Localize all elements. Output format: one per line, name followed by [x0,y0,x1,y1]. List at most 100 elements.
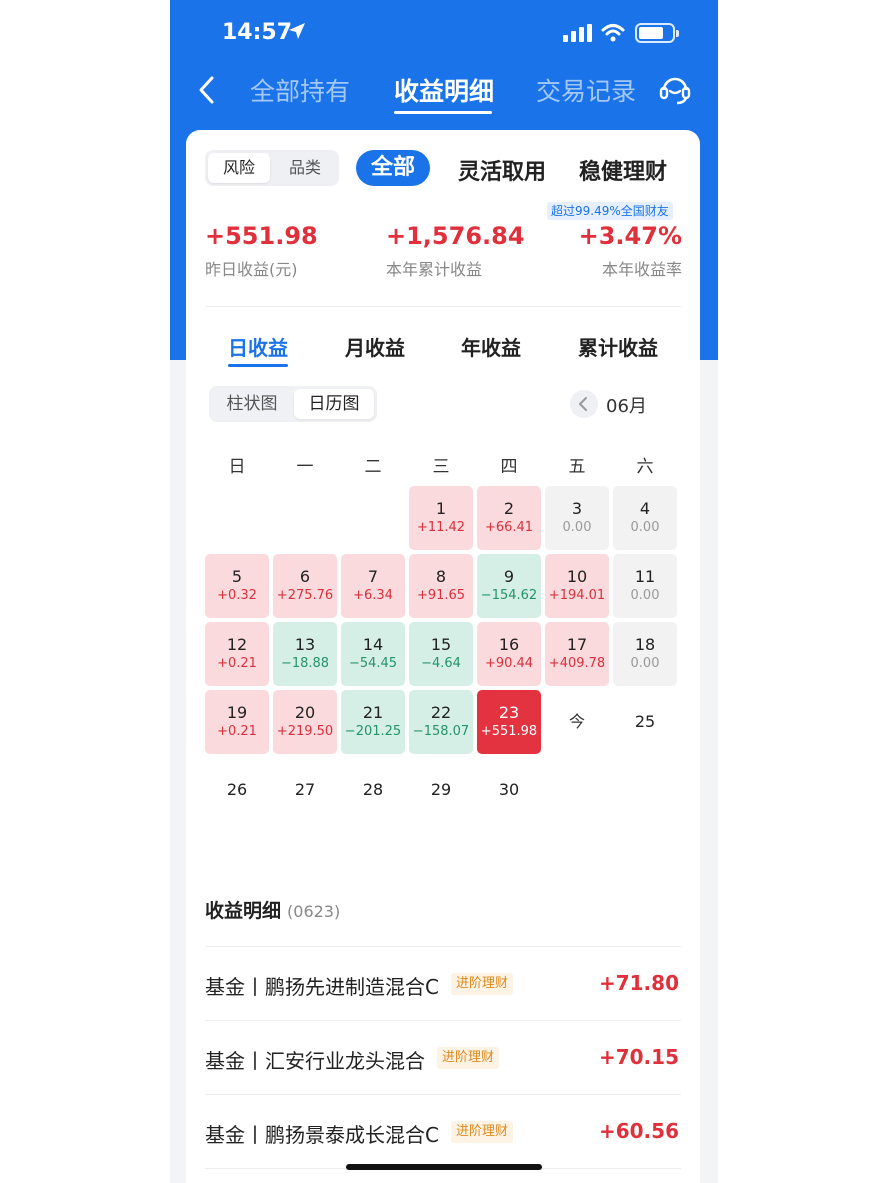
segment-category[interactable]: 品类 [274,153,336,183]
stat-value: +3.47% [578,222,682,250]
calendar-day[interactable]: 18 0.00 [613,622,677,686]
day-number: 18 [634,635,656,654]
day-number: 今 [568,712,585,731]
fund-name: 基金丨鹏扬先进制造混合C [205,975,439,999]
tab-all-holdings[interactable]: 全部持有 [250,72,350,108]
calendar-day[interactable]: 4 0.00 [613,486,677,550]
filter-stable[interactable]: 稳健理财 [579,154,667,186]
detail-row[interactable]: 基金丨鹏扬先进制造混合C 进阶理财 +71.80 [205,946,681,1020]
calendar-day[interactable]: 16 +90.44 [477,622,541,686]
tab-yearly[interactable]: 年收益 [461,332,521,361]
category-segment: 风险 品类 [205,150,339,186]
calendar-day[interactable]: 8 +91.65 [409,554,473,618]
segment-risk[interactable]: 风险 [208,153,270,183]
status-bar: 14:57 [170,0,718,64]
calendar-day[interactable]: 21 −201.25 [341,690,405,754]
calendar-day[interactable]: 3 0.00 [545,486,609,550]
calendar-day[interactable]: 2 +66.41 [477,486,541,550]
calendar-day[interactable]: 10 +194.01 [545,554,609,618]
weekday-label: 一 [296,457,314,477]
day-income: −4.64 [421,656,461,671]
day-number: 8 [435,567,447,586]
day-income: −18.88 [280,656,330,671]
detail-row[interactable]: 基金丨鹏扬景泰成长混合C 进阶理财 +60.56 [205,1094,681,1168]
calendar-day[interactable]: 19 +0.21 [205,690,269,754]
day-income: +219.50 [276,724,334,739]
filter-all-button[interactable]: 全部 [356,150,430,186]
rank-badge: 超过99.49%全国财友 [547,202,673,220]
detail-row[interactable]: 基金丨汇安行业龙头混合 进阶理财 +70.15 [205,1020,681,1094]
calendar-day[interactable]: 11 0.00 [613,554,677,618]
prev-month-icon[interactable] [570,390,598,418]
tab-transactions[interactable]: 交易记录 [536,72,636,108]
calendar-day[interactable]: 5 +0.32 [205,554,269,618]
day-income: 0.00 [630,656,660,671]
day-number: 7 [367,567,379,586]
day-number: 4 [639,499,651,518]
detail-date: (0623) [287,902,341,921]
stat-year-rate: +3.47% 本年收益率 [579,222,682,280]
day-number: 22 [430,703,452,722]
day-number: 21 [362,703,384,722]
calendar-day[interactable]: 17 +409.78 [545,622,609,686]
tab-income-detail[interactable]: 收益明细 [394,72,494,108]
filter-flexible[interactable]: 灵活取用 [458,154,546,186]
filter-row: 风险 品类 全部 灵活取用 稳健理财 [186,148,700,188]
day-income: 0.00 [562,520,592,535]
weekday-label: 六 [636,457,654,477]
weekday-header: 日一二三四五六 [205,452,681,477]
view-bar-chart[interactable]: 柱状图 [212,389,292,419]
day-number: 10 [566,567,588,586]
calendar-day[interactable]: 20 +219.50 [273,690,337,754]
calendar-day[interactable]: 6 +275.76 [273,554,337,618]
day-income: −158.07 [412,724,470,739]
day-number: 14 [362,635,384,654]
fund-amount: +70.15 [598,1045,679,1069]
customer-service-icon[interactable] [658,72,692,106]
calendar-day-today[interactable]: 今 [545,690,609,754]
wifi-icon [601,24,625,42]
tab-monthly[interactable]: 月收益 [345,332,405,361]
tab-cumulative[interactable]: 累计收益 [578,332,658,361]
calendar-day[interactable]: 9 −154.62 [477,554,541,618]
day-number: 3 [571,499,583,518]
home-indicator[interactable] [346,1164,542,1170]
calendar-day[interactable]: 28 [341,758,405,822]
battery-icon [635,23,679,43]
calendar-day[interactable]: 22 −158.07 [409,690,473,754]
calendar-day[interactable]: 1 +11.42 [409,486,473,550]
calendar-day[interactable]: 15 −4.64 [409,622,473,686]
status-time: 14:57 [222,20,293,45]
day-number: 20 [294,703,316,722]
stat-label: 本年累计收益 [386,260,483,279]
day-income: 0.00 [630,588,660,603]
calendar-day[interactable]: 23 +551.98 [477,690,541,754]
top-nav: 全部持有 收益明细 交易记录 [170,64,718,120]
calendar-day[interactable]: 14 −54.45 [341,622,405,686]
day-number: 1 [435,499,447,518]
day-number: 2 [503,499,515,518]
fund-amount: +71.80 [598,971,679,995]
phone-screen: 14:57 全部持有 收益明细 交易记录 风险 品类 全部 灵活取用 稳健理财 … [170,0,718,1183]
calendar-day[interactable]: 27 [273,758,337,822]
calendar-day[interactable]: 12 +0.21 [205,622,269,686]
day-income: −201.25 [344,724,402,739]
day-number: 27 [294,780,316,799]
day-number: 25 [634,712,656,731]
month-label: 06月 [606,396,647,417]
calendar-day[interactable]: 29 [409,758,473,822]
calendar-day[interactable]: 7 +6.34 [341,554,405,618]
calendar-day[interactable]: 13 −18.88 [273,622,337,686]
active-tab-indicator [394,111,492,114]
stat-value: +551.98 [205,222,318,250]
day-income: +194.01 [548,588,606,603]
tab-daily[interactable]: 日收益 [228,332,288,361]
calendar-day[interactable]: 30 [477,758,541,822]
back-arrow-icon[interactable] [196,74,218,106]
view-calendar[interactable]: 日历图 [294,389,374,419]
calendar-day[interactable]: 26 [205,758,269,822]
fund-tag: 进阶理财 [451,1121,514,1143]
detail-header: 收益明细 (0623) [205,896,340,923]
stat-label: 昨日收益(元) [205,260,298,279]
calendar-day[interactable]: 25 [613,690,677,754]
